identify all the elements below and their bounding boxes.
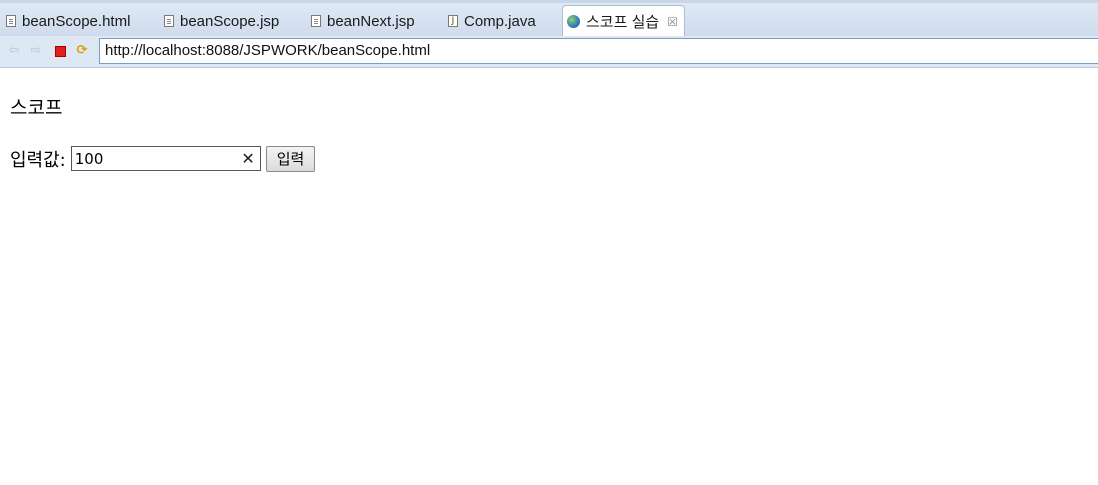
browser-toolbar: ⇦ ⇨ ⟳ http://localhost:8088/JSPWORK/bean…: [0, 36, 1098, 68]
tab-label: Comp.java: [464, 12, 536, 30]
forward-arrow-icon[interactable]: ⇨: [28, 43, 44, 59]
submit-button[interactable]: 입력: [265, 145, 316, 172]
tab-beannext-jsp[interactable]: beanNext.jsp: [311, 6, 415, 36]
file-icon: [164, 15, 174, 27]
value-input-wrapper: ✕: [70, 146, 261, 171]
tab-beanscope-html[interactable]: beanScope.html: [6, 6, 130, 36]
page-heading: 스코프: [10, 97, 63, 119]
clear-icon[interactable]: ✕: [241, 148, 254, 170]
tab-comp-java[interactable]: J Comp.java: [448, 6, 536, 36]
back-arrow-icon[interactable]: ⇦: [6, 43, 22, 59]
tab-label: beanScope.html: [22, 12, 131, 30]
file-icon: [6, 15, 16, 27]
tab-beanscope-jsp[interactable]: beanScope.jsp: [164, 6, 279, 36]
refresh-icon[interactable]: ⟳: [74, 43, 90, 59]
url-bar[interactable]: http://localhost:8088/JSPWORK/beanScope.…: [99, 38, 1098, 64]
stop-icon[interactable]: [55, 46, 66, 57]
java-file-icon: J: [448, 15, 458, 27]
value-input[interactable]: [71, 147, 235, 170]
tab-label: beanScope.jsp: [180, 12, 280, 30]
tab-label: beanNext.jsp: [327, 12, 415, 30]
file-icon: [311, 15, 321, 27]
input-form: 입력값: ✕ 입력: [10, 145, 316, 172]
globe-icon: [567, 15, 580, 28]
tab-label: 스코프 실습: [586, 14, 660, 31]
editor-tab-strip: beanScope.html beanScope.jsp beanNext.js…: [0, 0, 1098, 37]
close-icon[interactable]: ☒: [667, 15, 678, 29]
input-label: 입력값:: [10, 149, 66, 171]
tab-scope-practice[interactable]: 스코프 실습 ☒: [562, 5, 685, 37]
